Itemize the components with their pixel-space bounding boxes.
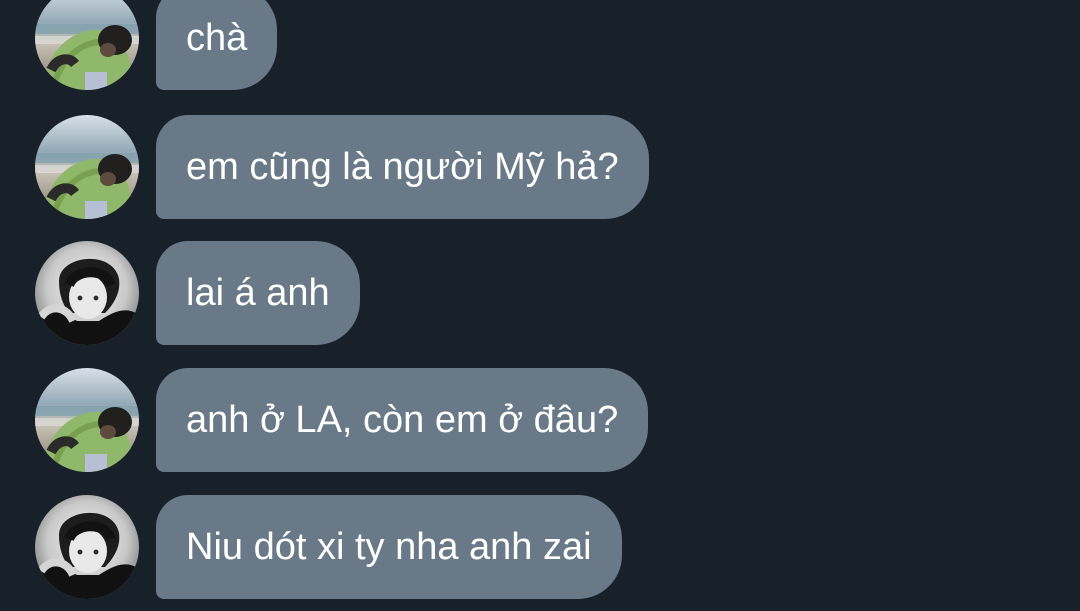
beach-avatar[interactable]	[35, 368, 139, 472]
portrait-photo-icon	[35, 495, 139, 599]
portrait-avatar[interactable]	[35, 241, 139, 345]
beach-photo-icon	[35, 0, 139, 90]
message-bubble[interactable]: anh ở LA, còn em ở đâu?	[156, 368, 649, 472]
message-bubble[interactable]: chà	[156, 0, 278, 90]
beach-avatar[interactable]	[35, 0, 139, 90]
beach-photo-icon	[35, 368, 139, 472]
message-bubble[interactable]: Niu dót xi ty nha anh zai	[156, 495, 622, 599]
message-bubble[interactable]: lai á anh	[156, 241, 360, 345]
portrait-avatar[interactable]	[35, 495, 139, 599]
message-bubble[interactable]: em cũng là người Mỹ hả?	[156, 115, 649, 219]
beach-avatar[interactable]	[35, 115, 139, 219]
beach-photo-icon	[35, 115, 139, 219]
chat-thread: chà em cũng là người Mỹ hả? lai á anh an…	[0, 0, 1080, 611]
portrait-photo-icon	[35, 241, 139, 345]
